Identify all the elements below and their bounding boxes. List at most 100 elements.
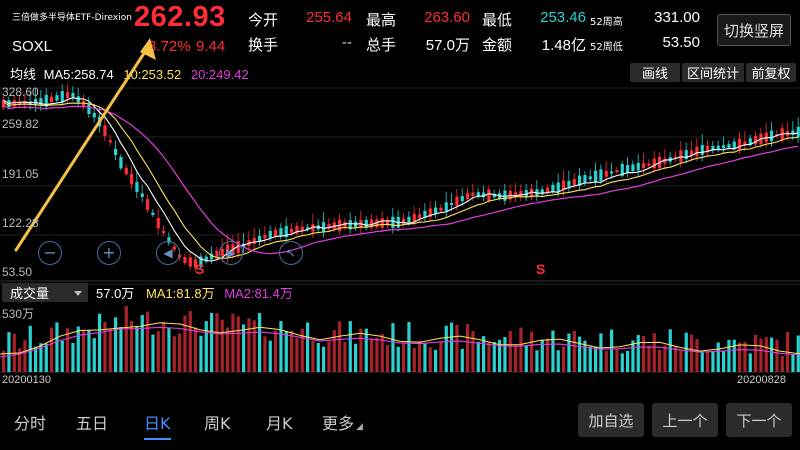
volume-bar <box>172 336 176 372</box>
kline-chart[interactable] <box>0 84 800 384</box>
tab-more[interactable]: 更多 ◢ <box>322 410 363 434</box>
candle-body <box>103 125 107 136</box>
candle-body <box>364 219 368 228</box>
arrow-right-icon: ▶ <box>226 246 236 260</box>
volume-bar <box>284 331 288 372</box>
switch-portrait-button[interactable]: 切换竖屏 <box>717 14 791 46</box>
candle-body <box>450 202 454 206</box>
volume-bar <box>124 306 128 372</box>
minus-icon: − <box>43 243 57 262</box>
volume-bar <box>530 331 534 372</box>
ma10-value: 10:253.52 <box>123 67 182 82</box>
ma20-line <box>3 104 799 255</box>
add-watchlist-button[interactable]: 加自选 <box>578 403 644 437</box>
candle-body <box>599 169 603 181</box>
scroll-right-button[interactable]: ▶ <box>219 241 243 265</box>
volume-bar <box>636 335 640 372</box>
plus-icon: + <box>102 243 116 262</box>
tab-five-day[interactable]: 五日 <box>76 410 108 434</box>
volume-bar <box>71 342 75 372</box>
candle-body <box>444 202 448 212</box>
candle-body <box>583 175 587 184</box>
volume-bar <box>743 341 747 372</box>
candle-body <box>140 193 144 197</box>
candle-body <box>647 163 651 166</box>
volume-bar <box>658 349 662 372</box>
next-button[interactable]: 下一个 <box>726 403 792 437</box>
volume-bar <box>295 338 299 372</box>
tab-weekly-k[interactable]: 周K <box>204 410 231 434</box>
candle-body <box>66 92 70 99</box>
volume-bar <box>322 346 326 372</box>
volume-bar <box>231 313 235 372</box>
volume-bar <box>23 340 27 372</box>
candle-body <box>407 216 411 223</box>
volume-bar <box>178 333 182 372</box>
volume-bar <box>791 354 795 372</box>
volume-bar <box>50 327 54 372</box>
volume-bar <box>727 339 731 372</box>
volume-bar <box>615 348 619 372</box>
corner-triangle-icon: ◢ <box>356 422 363 432</box>
volume-bar <box>567 333 571 372</box>
volume-bar <box>183 315 187 372</box>
volume-bar <box>194 327 198 372</box>
current-price: 262.93 <box>134 1 226 33</box>
volume-bar <box>396 346 400 372</box>
volume-bar <box>674 346 678 372</box>
tab-monthly-k[interactable]: 月K <box>266 410 293 434</box>
volume-bar <box>167 327 171 372</box>
tab-intraday[interactable]: 分时 <box>14 410 46 434</box>
volume-bar <box>652 333 656 372</box>
volume-bar <box>466 324 470 372</box>
volume-bar <box>722 351 726 372</box>
range-stats-button[interactable]: 区间统计 <box>682 63 744 82</box>
high-label: 最高 <box>366 11 397 29</box>
volume-bar <box>546 338 550 372</box>
volume-bar <box>647 345 651 372</box>
candle-body <box>770 130 774 142</box>
scroll-left-button[interactable]: ◀ <box>156 241 180 265</box>
candle-body <box>87 103 91 114</box>
volume-bar <box>770 337 774 372</box>
volume-bar <box>476 341 480 372</box>
52w-high-label: 52周高 <box>590 17 623 28</box>
volume-bar <box>588 346 592 372</box>
chevron-down-icon <box>74 291 82 296</box>
volume-bar <box>551 330 555 372</box>
volume-bar <box>364 328 368 372</box>
tab-more-label: 更多 <box>322 414 355 433</box>
volume-bar <box>92 338 96 372</box>
candle-body <box>268 230 272 239</box>
zoom-in-button[interactable]: + <box>97 241 121 265</box>
indicator-select[interactable]: 成交量 <box>2 283 88 302</box>
draw-line-button[interactable]: 画线 <box>630 63 680 82</box>
previous-button[interactable]: 上一个 <box>652 403 718 437</box>
volume-bar <box>439 341 443 372</box>
candle-body <box>642 163 646 169</box>
ma-label: 均线 <box>10 67 37 82</box>
volume-label: 总手 <box>366 36 397 54</box>
volume-total: 57.0万 <box>96 286 135 301</box>
volume-bar <box>354 343 358 372</box>
volume-bar <box>242 324 246 372</box>
volume-bar <box>775 339 779 372</box>
change-amount: 9.44 <box>196 38 226 55</box>
volume-value: 57.0万 <box>425 37 470 54</box>
candle-body <box>466 193 470 199</box>
arrow-left-icon: ◀ <box>163 246 173 260</box>
adjust-button[interactable]: 前复权 <box>746 63 796 82</box>
volume-bar <box>34 346 38 372</box>
zoom-out-button[interactable]: − <box>38 241 62 265</box>
candle-body <box>700 144 704 155</box>
volume-bar <box>391 323 395 372</box>
52w-low-value: 53.50 <box>662 34 700 51</box>
reset-zoom-button[interactable]: ↖ <box>279 241 303 265</box>
volume-bar <box>316 342 320 372</box>
change-percent: 3.72% <box>148 38 191 55</box>
candle-body <box>754 135 758 145</box>
tab-daily-k[interactable]: 日K <box>144 410 171 440</box>
volume-bar <box>620 353 624 372</box>
candle-body <box>50 96 54 102</box>
volume-bar <box>268 340 272 372</box>
